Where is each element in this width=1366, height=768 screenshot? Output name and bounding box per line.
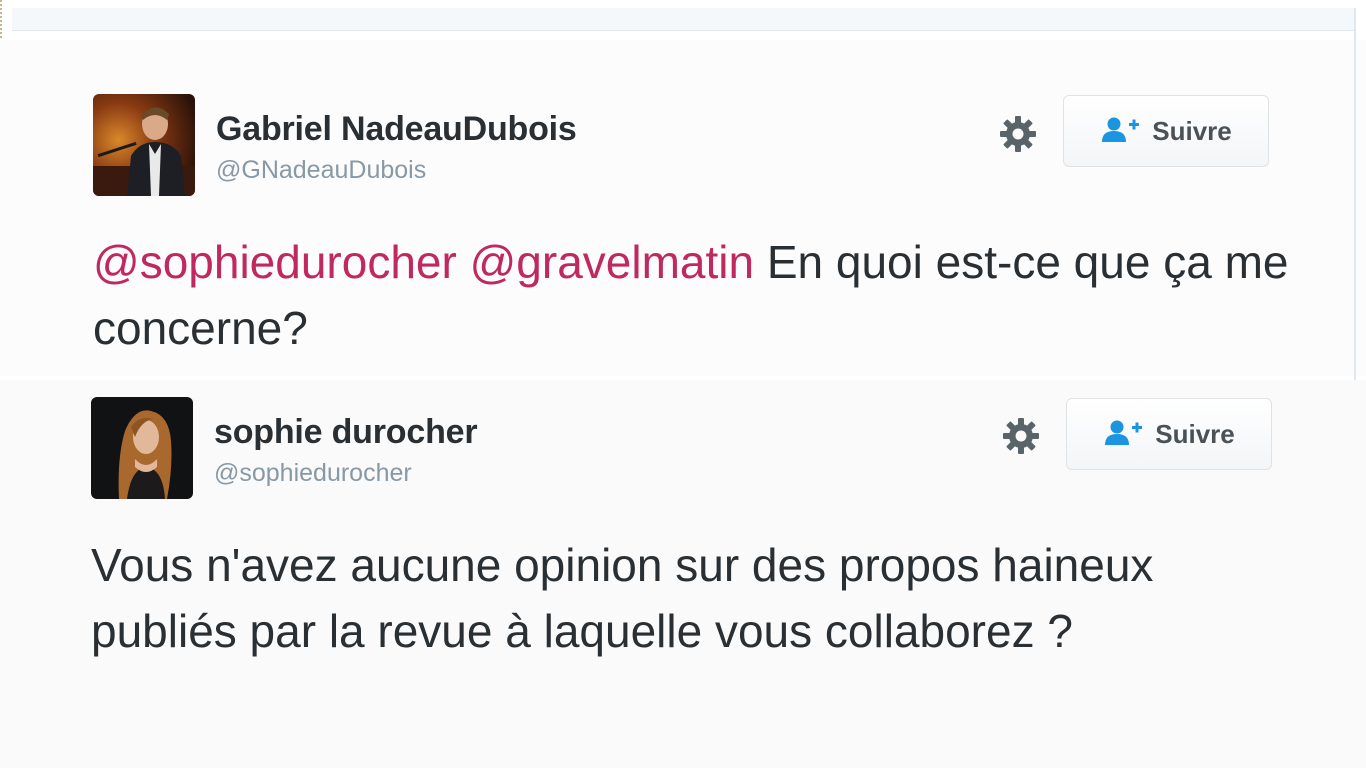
mention-link[interactable]: @sophiedurocher — [93, 236, 457, 288]
add-user-icon — [1105, 420, 1143, 445]
add-user-icon — [1102, 117, 1140, 142]
author-handle[interactable]: @sophiedurocher — [214, 459, 412, 488]
author-name[interactable]: Gabriel NadeauDubois — [216, 110, 577, 149]
avatar[interactable] — [91, 397, 193, 499]
tweet-text: @sophiedurocher @gravelmatin En quoi est… — [93, 229, 1293, 361]
gear-icon[interactable] — [998, 114, 1038, 154]
tweet-card: sophie durocher @sophiedurocher Suivre V… — [0, 380, 1366, 768]
follow-button[interactable]: Suivre — [1066, 398, 1272, 470]
follow-button[interactable]: Suivre — [1063, 95, 1269, 167]
mention-link[interactable]: @gravelmatin — [470, 236, 754, 288]
avatar[interactable] — [93, 94, 195, 196]
follow-label: Suivre — [1152, 115, 1232, 146]
author-name[interactable]: sophie durocher — [214, 413, 478, 452]
gear-icon[interactable] — [1001, 416, 1041, 456]
top-bar — [12, 8, 1354, 31]
tweet-card: Gabriel NadeauDubois @GNadeauDubois Suiv… — [0, 40, 1366, 376]
divider — [1354, 8, 1356, 380]
page: Gabriel NadeauDubois @GNadeauDubois Suiv… — [0, 0, 1366, 768]
follow-label: Suivre — [1155, 418, 1235, 449]
author-handle[interactable]: @GNadeauDubois — [216, 156, 426, 185]
tweet-text: Vous n'avez aucune opinion sur des propo… — [91, 539, 1154, 657]
